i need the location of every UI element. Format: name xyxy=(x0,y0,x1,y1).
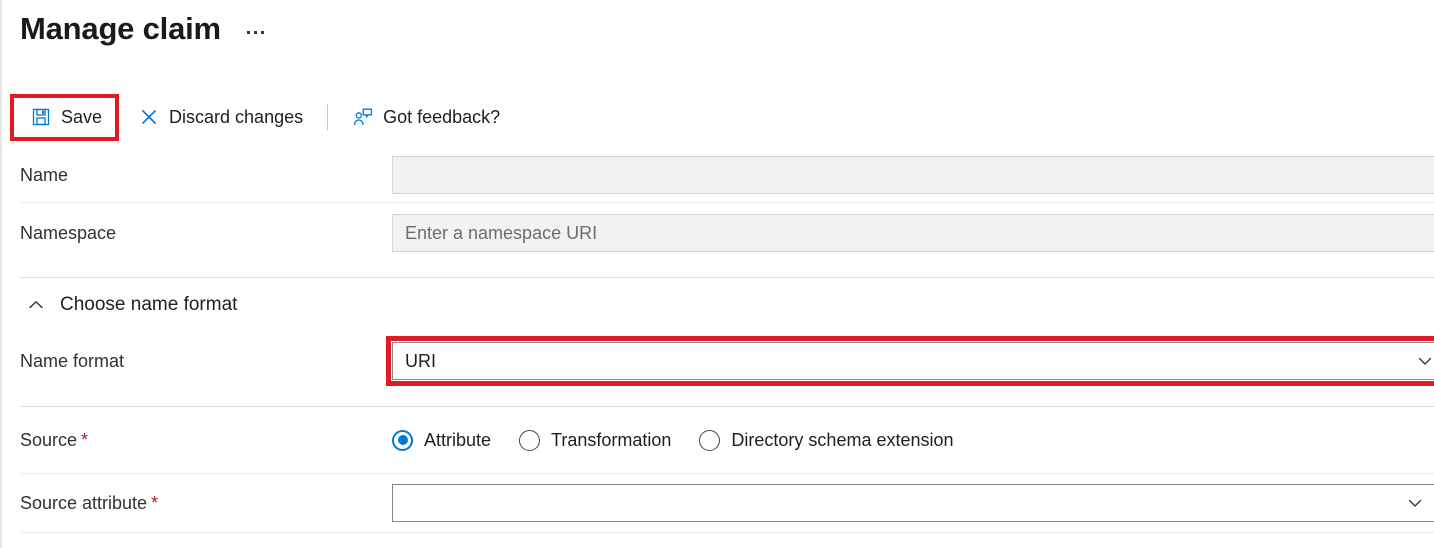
discard-changes-button[interactable]: Discard changes xyxy=(128,97,313,137)
source-radio-directory-schema-extension-label: Directory schema extension xyxy=(731,430,953,451)
page-title: Manage claim xyxy=(20,8,221,50)
choose-name-format-section-toggle[interactable]: Choose name format xyxy=(2,278,1434,332)
toolbar-separator xyxy=(327,104,328,130)
namespace-input[interactable]: Enter a namespace URI xyxy=(392,214,1434,252)
more-options-icon[interactable] xyxy=(243,25,268,40)
source-label-text: Source xyxy=(20,430,77,450)
source-label: Source* xyxy=(20,428,392,452)
radio-mark-icon xyxy=(519,430,540,451)
name-format-control: URI xyxy=(392,342,1434,380)
source-radio-transformation[interactable]: Transformation xyxy=(519,430,671,451)
source-control: Attribute Transformation Directory schem… xyxy=(392,430,1434,451)
got-feedback-label: Got feedback? xyxy=(383,107,500,128)
source-attribute-row: Source attribute* xyxy=(2,474,1434,532)
claim-form: Name Namespace Enter a namespace URI xyxy=(2,148,1434,533)
blade-header: Manage claim xyxy=(2,0,1434,88)
feedback-person-icon xyxy=(352,106,374,128)
source-radio-group: Attribute Transformation Directory schem… xyxy=(392,430,982,451)
source-attribute-label: Source attribute* xyxy=(20,491,392,515)
chevron-down-icon xyxy=(1405,493,1425,513)
got-feedback-button[interactable]: Got feedback? xyxy=(342,97,510,137)
source-attribute-label-text: Source attribute xyxy=(20,493,147,513)
source-attribute-control xyxy=(392,484,1434,522)
source-attribute-required-marker: * xyxy=(151,493,158,513)
name-label: Name xyxy=(20,163,392,187)
source-radio-directory-schema-extension[interactable]: Directory schema extension xyxy=(699,430,953,451)
namespace-label: Namespace xyxy=(20,221,392,245)
source-radio-transformation-label: Transformation xyxy=(551,430,671,451)
discard-changes-label: Discard changes xyxy=(169,107,303,128)
name-format-highlight: URI xyxy=(392,342,1434,380)
save-button[interactable]: Save xyxy=(20,97,112,137)
choose-name-format-title: Choose name format xyxy=(60,293,237,317)
source-radio-attribute[interactable]: Attribute xyxy=(392,430,491,451)
chevron-down-icon xyxy=(1415,351,1434,371)
name-row: Name xyxy=(2,148,1434,202)
source-radio-attribute-label: Attribute xyxy=(424,430,491,451)
name-format-dropdown[interactable]: URI xyxy=(392,342,1434,380)
name-format-label: Name format xyxy=(20,349,392,373)
namespace-control: Enter a namespace URI xyxy=(392,214,1434,252)
manage-claim-blade: Manage claim Save xyxy=(0,0,1434,548)
command-bar: Save Discard changes Got feedback? xyxy=(2,92,1434,142)
source-attribute-dropdown[interactable] xyxy=(392,484,1434,522)
ellipsis-dot xyxy=(254,31,257,34)
name-input[interactable] xyxy=(392,156,1434,194)
namespace-row: Namespace Enter a namespace URI xyxy=(2,203,1434,263)
ellipsis-dot xyxy=(247,31,250,34)
radio-mark-icon xyxy=(699,430,720,451)
name-control xyxy=(392,156,1434,194)
title-row: Manage claim xyxy=(2,0,268,50)
chevron-up-icon xyxy=(20,289,52,321)
close-icon xyxy=(138,106,160,128)
row-divider xyxy=(20,532,1434,533)
source-required-marker: * xyxy=(81,430,88,450)
save-button-label: Save xyxy=(61,107,102,128)
namespace-input-placeholder: Enter a namespace URI xyxy=(405,223,597,244)
save-icon xyxy=(30,106,52,128)
radio-mark-icon xyxy=(392,430,413,451)
name-format-value: URI xyxy=(405,351,436,372)
name-format-row: Name format URI xyxy=(2,332,1434,390)
ellipsis-dot xyxy=(261,31,264,34)
save-button-highlight: Save xyxy=(20,97,112,137)
source-row: Source* Attribute Transformation Directo… xyxy=(2,407,1434,473)
